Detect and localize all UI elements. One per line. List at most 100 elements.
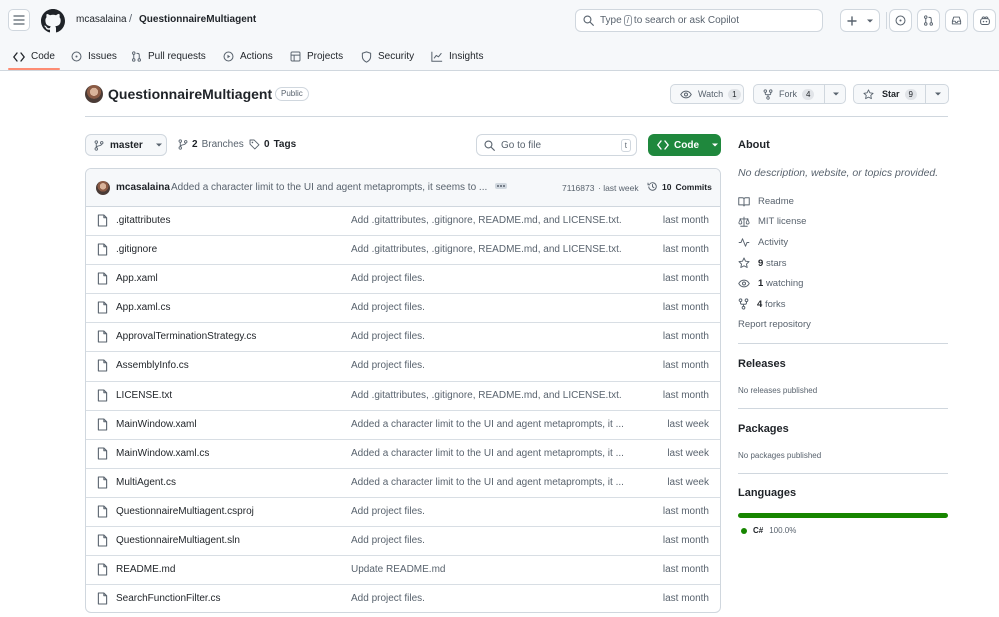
file-name[interactable]: QuestionnaireMultiagent.csproj: [116, 506, 254, 517]
file-commit-message[interactable]: Added a character limit to the UI and ag…: [351, 419, 631, 430]
create-new-button[interactable]: [840, 9, 880, 32]
file-name[interactable]: MultiAgent.cs: [116, 477, 176, 488]
tab-actions[interactable]: Actions: [223, 42, 273, 71]
go-to-file-input[interactable]: Go to file t: [476, 134, 637, 156]
caret-down-icon: [155, 143, 162, 147]
file-commit-message[interactable]: Update README.md: [351, 564, 631, 575]
star-count: 9: [904, 88, 917, 100]
file-row[interactable]: LICENSE.txt Add .gitattributes, .gitignor…: [86, 382, 720, 411]
file-commit-message[interactable]: Add .gitattributes, .gitignore, README.m…: [351, 215, 631, 226]
search-suffix: to search or ask Copilot: [633, 15, 739, 26]
file-commit-date: last week: [667, 476, 709, 488]
file-row[interactable]: AssemblyInfo.cs Add project files. last mo…: [86, 352, 720, 382]
branches-link[interactable]: 2 Branches: [178, 139, 244, 150]
owner-avatar[interactable]: [85, 85, 103, 103]
file-row[interactable]: QuestionnaireMultiagent.csproj Add projec…: [86, 498, 720, 528]
file-name[interactable]: SearchFunctionFilter.cs: [116, 593, 221, 604]
report-repository-link[interactable]: Report repository: [738, 319, 811, 330]
eye-icon: [738, 279, 750, 288]
file-name[interactable]: ApprovalTerminationStrategy.cs: [116, 331, 256, 342]
readme-link[interactable]: Readme: [738, 196, 794, 207]
file-commit-message[interactable]: Add project files.: [351, 593, 631, 604]
latest-commit-row: mcasalaina Added a character limit to th…: [86, 169, 720, 207]
file-commit-message[interactable]: Add project files.: [351, 360, 631, 371]
code-dropdown-button[interactable]: Code: [648, 134, 721, 156]
repo-title[interactable]: QuestionnaireMultiagent: [108, 86, 272, 102]
language-item-csharp[interactable]: C# 100.0%: [741, 526, 796, 535]
file-row[interactable]: MainWindow.xaml Added a character limit t…: [86, 411, 720, 440]
file-name[interactable]: README.md: [116, 564, 175, 575]
caret-down-icon[interactable]: [832, 91, 840, 97]
copilot-button[interactable]: [973, 9, 996, 32]
file-commit-message[interactable]: Add project files.: [351, 273, 631, 284]
star-button[interactable]: Star 9: [853, 84, 949, 104]
file-commit-message[interactable]: Add project files.: [351, 506, 631, 517]
file-name[interactable]: LICENSE.txt: [116, 390, 172, 401]
caret-down-icon[interactable]: [934, 91, 942, 97]
file-name[interactable]: AssemblyInfo.cs: [116, 360, 189, 371]
fork-button[interactable]: Fork 4: [753, 84, 846, 104]
file-row[interactable]: QuestionnaireMultiagent.sln Add project f…: [86, 527, 720, 557]
packages-heading[interactable]: Packages: [738, 423, 789, 435]
file-row[interactable]: ApprovalTerminationStrategy.cs Add projec…: [86, 323, 720, 353]
file-row[interactable]: .gitattributes Add .gitattributes, .gitig…: [86, 207, 720, 237]
file-row[interactable]: App.xaml.cs Add project files. last month: [86, 294, 720, 324]
file-name[interactable]: .gitattributes: [116, 215, 170, 226]
file-commit-message[interactable]: Add .gitattributes, .gitignore, README.m…: [351, 390, 631, 401]
breadcrumb-owner[interactable]: mcasalaina: [76, 14, 127, 25]
file-name[interactable]: MainWindow.xaml.cs: [116, 448, 209, 459]
file-row[interactable]: .gitignore Add .gitattributes, .gitignore…: [86, 236, 720, 266]
file-row[interactable]: SearchFunctionFilter.cs Add project files…: [86, 585, 720, 612]
tab-pull-requests[interactable]: Pull requests: [131, 42, 206, 71]
watching-label: watching: [765, 278, 804, 289]
tags-link[interactable]: 0 Tags: [249, 139, 296, 150]
activity-link[interactable]: Activity: [738, 237, 788, 248]
file-row[interactable]: README.md Update README.md last month: [86, 556, 720, 586]
shield-icon: [361, 50, 372, 63]
file-name[interactable]: App.xaml: [116, 273, 158, 284]
github-logo-icon[interactable]: [41, 9, 65, 33]
inbox-button[interactable]: [945, 9, 968, 32]
file-commit-message[interactable]: Add project files.: [351, 331, 631, 342]
commit-author[interactable]: mcasalaina: [116, 182, 170, 193]
file-row[interactable]: MainWindow.xaml.cs Added a character limi…: [86, 440, 720, 469]
file-icon: [97, 359, 108, 373]
tab-insights[interactable]: Insights: [431, 42, 483, 71]
commit-author-avatar[interactable]: [96, 181, 110, 195]
releases-heading[interactable]: Releases: [738, 358, 786, 370]
branch-selector[interactable]: master: [85, 134, 167, 156]
file-commit-message[interactable]: Add .gitattributes, .gitignore, README.m…: [351, 244, 631, 255]
file-name[interactable]: App.xaml.cs: [116, 302, 170, 313]
menu-button[interactable]: [8, 9, 30, 31]
tab-security[interactable]: Security: [361, 42, 414, 71]
play-icon: [223, 51, 234, 62]
file-commit-message[interactable]: Added a character limit to the UI and ag…: [351, 448, 631, 459]
file-commit-date: last month: [662, 244, 709, 256]
commits-link[interactable]: 10 Commits: [647, 181, 712, 192]
pull-requests-button[interactable]: [917, 9, 940, 32]
stars-link[interactable]: 9 stars: [738, 257, 787, 269]
commit-message[interactable]: Added a character limit to the UI and ag…: [171, 182, 489, 193]
file-name[interactable]: MainWindow.xaml: [116, 419, 197, 430]
stars-label: stars: [765, 257, 787, 269]
breadcrumb-repo[interactable]: QuestionnaireMultiagent: [139, 14, 256, 25]
issues-button[interactable]: [889, 9, 912, 32]
visibility-badge: Public: [275, 87, 309, 101]
file-row[interactable]: App.xaml Add project files. last month: [86, 265, 720, 295]
tab-issues[interactable]: Issues: [71, 42, 117, 71]
commit-expand-button[interactable]: [495, 183, 507, 189]
file-name[interactable]: .gitignore: [116, 244, 157, 255]
tab-code[interactable]: Code: [13, 42, 55, 71]
global-search-input[interactable]: Type / to search or ask Copilot: [575, 9, 823, 32]
file-commit-message[interactable]: Add project files.: [351, 302, 631, 313]
license-link[interactable]: MIT license: [738, 216, 806, 227]
file-name[interactable]: QuestionnaireMultiagent.sln: [116, 535, 240, 546]
watching-link[interactable]: 1 watching: [738, 278, 803, 289]
tab-projects[interactable]: Projects: [290, 42, 343, 71]
file-commit-message[interactable]: Add project files.: [351, 535, 631, 546]
file-row[interactable]: MultiAgent.cs Added a character limit to …: [86, 469, 720, 498]
commit-hash[interactable]: 7116873: [562, 183, 594, 193]
forks-link[interactable]: 4 forks: [738, 298, 786, 310]
watch-button[interactable]: Watch 1: [670, 84, 744, 104]
file-commit-message[interactable]: Added a character limit to the UI and ag…: [351, 477, 631, 488]
